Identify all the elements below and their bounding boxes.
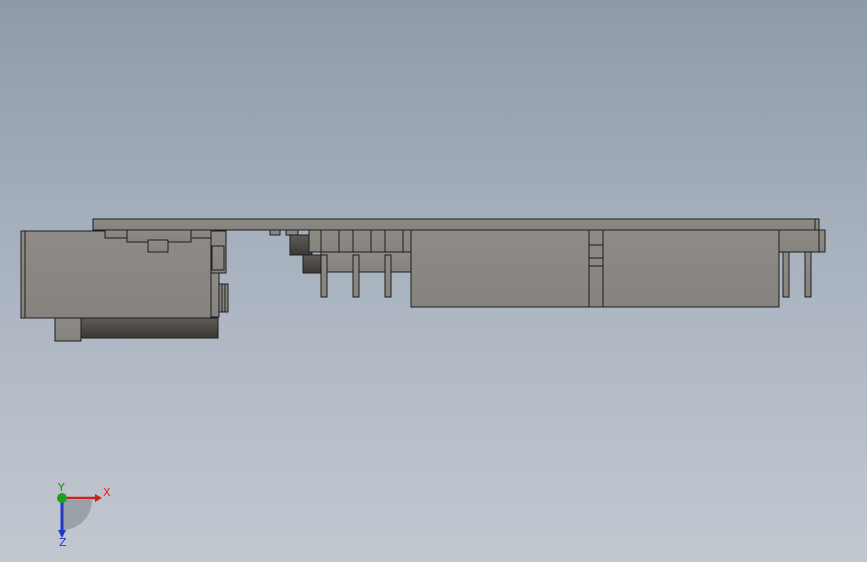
right-header-end [818,229,826,253]
component-base [320,251,412,273]
right-pin-1 [782,251,790,298]
smd-small-1 [269,229,281,236]
z-axis-label: Z [59,536,67,549]
left-connector-tab [54,317,82,342]
left-connector-bottom-shadow [79,317,219,339]
relay-left [410,229,590,308]
x-axis-arrow [95,494,102,502]
relay-right [602,229,780,308]
left-connector-side-lower [210,272,220,318]
right-pin-2 [804,251,812,298]
pin-1 [320,254,328,298]
component-block-e [370,229,386,253]
left-connector-housing [20,230,212,319]
component-block-c [338,229,354,253]
component-block-d [352,229,372,253]
pcb-assembly-side-view[interactable] [0,0,867,562]
y-axis-label: Y [57,481,65,494]
component-block-f [384,229,404,253]
smd-small-2 [285,229,299,236]
left-connector-boss [147,239,169,253]
pcb-board [92,218,819,231]
pin-2 [352,254,360,298]
pcb-board-edge [814,218,820,231]
capacitor-body-2 [302,254,322,274]
relay-divider [588,229,604,308]
left-connector-ring [218,283,229,313]
left-connector-small-block [211,245,225,271]
component-block-a [308,229,322,253]
pin-3 [384,254,392,298]
coordinate-triad: X Y Z [57,481,111,549]
graphics-viewport[interactable]: X Y Z [0,0,867,562]
right-header-body [778,229,820,253]
component-block-b [320,229,340,253]
x-axis-label: X [103,486,111,499]
triad-quadrant [62,500,92,530]
y-axis-dot [57,493,67,503]
